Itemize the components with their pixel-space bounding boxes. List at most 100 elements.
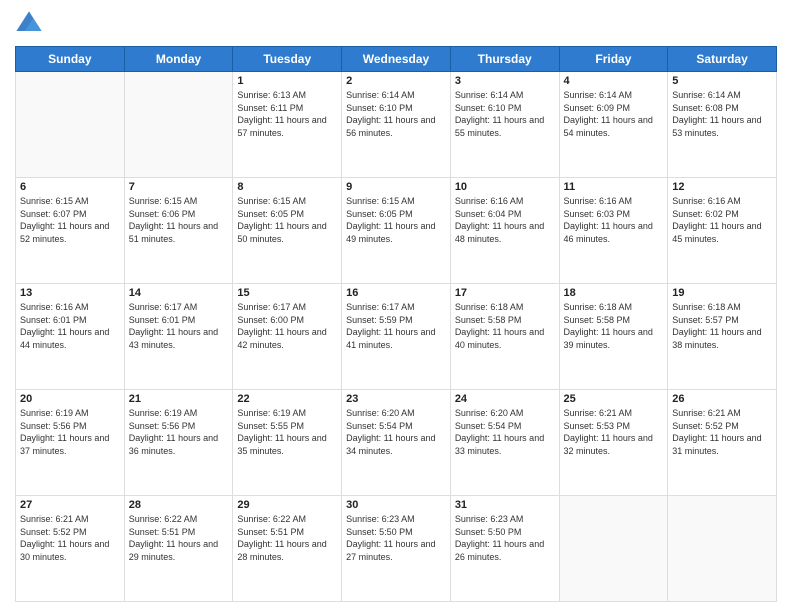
calendar-cell: 14 Sunrise: 6:17 AM Sunset: 6:01 PM Dayli…	[124, 284, 233, 390]
weekday-header-tuesday: Tuesday	[233, 47, 342, 72]
cell-info: Sunrise: 6:17 AM Sunset: 6:01 PM Dayligh…	[129, 301, 229, 351]
calendar-cell: 3 Sunrise: 6:14 AM Sunset: 6:10 PM Daylig…	[450, 72, 559, 178]
cell-info: Sunrise: 6:23 AM Sunset: 5:50 PM Dayligh…	[346, 513, 446, 563]
day-number: 1	[237, 75, 337, 87]
cell-info: Sunrise: 6:17 AM Sunset: 5:59 PM Dayligh…	[346, 301, 446, 351]
cell-info: Sunrise: 6:15 AM Sunset: 6:05 PM Dayligh…	[346, 195, 446, 245]
cell-info: Sunrise: 6:15 AM Sunset: 6:05 PM Dayligh…	[237, 195, 337, 245]
calendar-cell: 16 Sunrise: 6:17 AM Sunset: 5:59 PM Dayli…	[342, 284, 451, 390]
cell-info: Sunrise: 6:23 AM Sunset: 5:50 PM Dayligh…	[455, 513, 555, 563]
weekday-header-row: SundayMondayTuesdayWednesdayThursdayFrid…	[16, 47, 777, 72]
week-row-2: 6 Sunrise: 6:15 AM Sunset: 6:07 PM Daylig…	[16, 178, 777, 284]
day-number: 7	[129, 181, 229, 193]
cell-info: Sunrise: 6:21 AM Sunset: 5:53 PM Dayligh…	[564, 407, 664, 457]
cell-info: Sunrise: 6:20 AM Sunset: 5:54 PM Dayligh…	[455, 407, 555, 457]
weekday-header-monday: Monday	[124, 47, 233, 72]
calendar-cell: 12 Sunrise: 6:16 AM Sunset: 6:02 PM Dayli…	[668, 178, 777, 284]
calendar-cell: 25 Sunrise: 6:21 AM Sunset: 5:53 PM Dayli…	[559, 390, 668, 496]
calendar-cell: 21Sunrise: 6:19 AM Sunset: 5:56 PM Dayli…	[124, 390, 233, 496]
calendar-cell: 9Sunrise: 6:15 AM Sunset: 6:05 PM Daylig…	[342, 178, 451, 284]
logo	[15, 10, 47, 38]
day-number: 31	[455, 499, 555, 511]
calendar-cell: 7Sunrise: 6:15 AM Sunset: 6:06 PM Daylig…	[124, 178, 233, 284]
calendar-cell	[124, 72, 233, 178]
calendar-cell: 22 Sunrise: 6:19 AM Sunset: 5:55 PM Dayli…	[233, 390, 342, 496]
calendar-cell: 6 Sunrise: 6:15 AM Sunset: 6:07 PM Daylig…	[16, 178, 125, 284]
calendar-cell: 20 Sunrise: 6:19 AM Sunset: 5:56 PM Dayli…	[16, 390, 125, 496]
day-number: 23	[346, 393, 446, 405]
calendar-cell: 5 Sunrise: 6:14 AM Sunset: 6:08 PM Daylig…	[668, 72, 777, 178]
calendar-cell: 26 Sunrise: 6:21 AM Sunset: 5:52 PM Dayli…	[668, 390, 777, 496]
day-number: 18	[564, 287, 664, 299]
cell-info: Sunrise: 6:21 AM Sunset: 5:52 PM Dayligh…	[672, 407, 772, 457]
cell-info: Sunrise: 6:19 AM Sunset: 5:55 PM Dayligh…	[237, 407, 337, 457]
calendar-cell: 23 Sunrise: 6:20 AM Sunset: 5:54 PM Dayli…	[342, 390, 451, 496]
week-row-1: 1Sunrise: 6:13 AM Sunset: 6:11 PM Daylig…	[16, 72, 777, 178]
day-number: 17	[455, 287, 555, 299]
calendar-cell: 11Sunrise: 6:16 AM Sunset: 6:03 PM Dayli…	[559, 178, 668, 284]
weekday-header-saturday: Saturday	[668, 47, 777, 72]
calendar-cell: 15Sunrise: 6:17 AM Sunset: 6:00 PM Dayli…	[233, 284, 342, 390]
day-number: 4	[564, 75, 664, 87]
day-number: 30	[346, 499, 446, 511]
cell-info: Sunrise: 6:22 AM Sunset: 5:51 PM Dayligh…	[237, 513, 337, 563]
calendar-table: SundayMondayTuesdayWednesdayThursdayFrid…	[15, 46, 777, 602]
calendar-cell: 4 Sunrise: 6:14 AM Sunset: 6:09 PM Daylig…	[559, 72, 668, 178]
calendar-cell: 30 Sunrise: 6:23 AM Sunset: 5:50 PM Dayli…	[342, 496, 451, 602]
day-number: 15	[237, 287, 337, 299]
day-number: 29	[237, 499, 337, 511]
cell-info: Sunrise: 6:14 AM Sunset: 6:10 PM Dayligh…	[455, 89, 555, 139]
calendar-cell: 1Sunrise: 6:13 AM Sunset: 6:11 PM Daylig…	[233, 72, 342, 178]
day-number: 28	[129, 499, 229, 511]
cell-info: Sunrise: 6:14 AM Sunset: 6:10 PM Dayligh…	[346, 89, 446, 139]
weekday-header-thursday: Thursday	[450, 47, 559, 72]
calendar-cell: 19 Sunrise: 6:18 AM Sunset: 5:57 PM Dayli…	[668, 284, 777, 390]
week-row-3: 13 Sunrise: 6:16 AM Sunset: 6:01 PM Dayli…	[16, 284, 777, 390]
cell-info: Sunrise: 6:20 AM Sunset: 5:54 PM Dayligh…	[346, 407, 446, 457]
cell-info: Sunrise: 6:15 AM Sunset: 6:07 PM Dayligh…	[20, 195, 120, 245]
day-number: 5	[672, 75, 772, 87]
calendar-cell: 24 Sunrise: 6:20 AM Sunset: 5:54 PM Dayli…	[450, 390, 559, 496]
day-number: 21	[129, 393, 229, 405]
weekday-header-sunday: Sunday	[16, 47, 125, 72]
day-number: 19	[672, 287, 772, 299]
cell-info: Sunrise: 6:18 AM Sunset: 5:57 PM Dayligh…	[672, 301, 772, 351]
cell-info: Sunrise: 6:18 AM Sunset: 5:58 PM Dayligh…	[564, 301, 664, 351]
calendar-cell: 31 Sunrise: 6:23 AM Sunset: 5:50 PM Dayli…	[450, 496, 559, 602]
calendar-cell: 27Sunrise: 6:21 AM Sunset: 5:52 PM Dayli…	[16, 496, 125, 602]
day-number: 22	[237, 393, 337, 405]
weekday-header-friday: Friday	[559, 47, 668, 72]
day-number: 2	[346, 75, 446, 87]
cell-info: Sunrise: 6:16 AM Sunset: 6:04 PM Dayligh…	[455, 195, 555, 245]
calendar-cell: 8 Sunrise: 6:15 AM Sunset: 6:05 PM Daylig…	[233, 178, 342, 284]
day-number: 27	[20, 499, 120, 511]
calendar-cell: 29 Sunrise: 6:22 AM Sunset: 5:51 PM Dayli…	[233, 496, 342, 602]
calendar-cell	[559, 496, 668, 602]
day-number: 26	[672, 393, 772, 405]
day-number: 10	[455, 181, 555, 193]
day-number: 13	[20, 287, 120, 299]
calendar-cell: 17 Sunrise: 6:18 AM Sunset: 5:58 PM Dayli…	[450, 284, 559, 390]
day-number: 8	[237, 181, 337, 193]
cell-info: Sunrise: 6:14 AM Sunset: 6:08 PM Dayligh…	[672, 89, 772, 139]
cell-info: Sunrise: 6:14 AM Sunset: 6:09 PM Dayligh…	[564, 89, 664, 139]
calendar-cell: 18 Sunrise: 6:18 AM Sunset: 5:58 PM Dayli…	[559, 284, 668, 390]
calendar-cell	[16, 72, 125, 178]
header	[15, 10, 777, 38]
calendar-page: SundayMondayTuesdayWednesdayThursdayFrid…	[0, 0, 792, 612]
day-number: 25	[564, 393, 664, 405]
day-number: 16	[346, 287, 446, 299]
day-number: 24	[455, 393, 555, 405]
week-row-5: 27Sunrise: 6:21 AM Sunset: 5:52 PM Dayli…	[16, 496, 777, 602]
day-number: 20	[20, 393, 120, 405]
cell-info: Sunrise: 6:19 AM Sunset: 5:56 PM Dayligh…	[20, 407, 120, 457]
cell-info: Sunrise: 6:16 AM Sunset: 6:01 PM Dayligh…	[20, 301, 120, 351]
day-number: 12	[672, 181, 772, 193]
day-number: 6	[20, 181, 120, 193]
week-row-4: 20 Sunrise: 6:19 AM Sunset: 5:56 PM Dayli…	[16, 390, 777, 496]
day-number: 14	[129, 287, 229, 299]
day-number: 3	[455, 75, 555, 87]
cell-info: Sunrise: 6:16 AM Sunset: 6:03 PM Dayligh…	[564, 195, 664, 245]
cell-info: Sunrise: 6:16 AM Sunset: 6:02 PM Dayligh…	[672, 195, 772, 245]
cell-info: Sunrise: 6:18 AM Sunset: 5:58 PM Dayligh…	[455, 301, 555, 351]
